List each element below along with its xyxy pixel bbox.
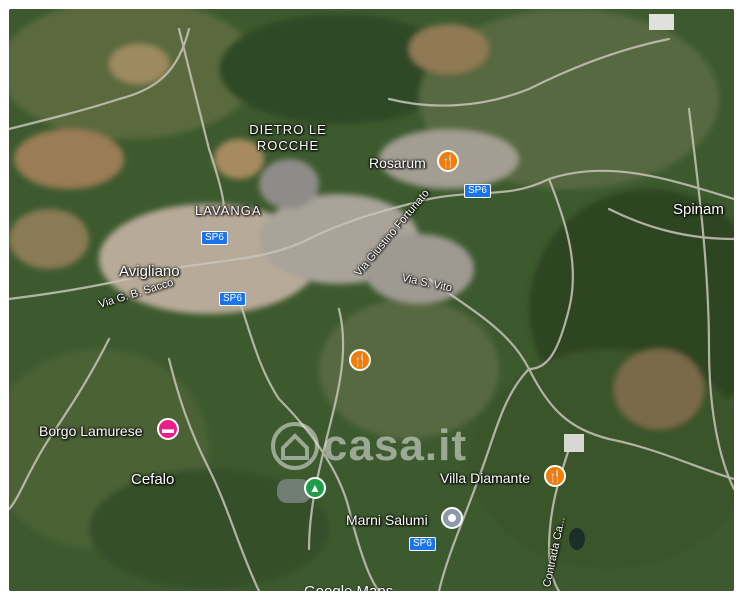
place-label-dietro-le-rocche: DIETRO LE ROCCHE [249,122,327,153]
road-shield-sp6: SP6 [219,292,246,306]
poi-label-borgo-lamurese[interactable]: Borgo Lamurese [39,423,143,439]
poi-label-rosarum[interactable]: Rosarum [369,155,426,171]
house-logo-icon [271,422,319,470]
place-label-cefalo: Cefalo [131,471,175,488]
building [564,434,584,452]
poi-label-marni-salumi[interactable]: Marni Salumi [346,512,428,528]
dot-icon[interactable] [441,507,463,529]
tree-icon[interactable]: ▲ [304,477,326,499]
road-shield-sp6: SP6 [464,184,491,198]
satellite-map[interactable]: DIETRO LE ROCCHE LAVANGA Avigliano Cefal… [9,9,734,591]
poi-label-villa-diamante[interactable]: Villa Diamante [440,470,530,486]
map-attribution: Google Maps [304,583,393,591]
watermark-text: casa.it [323,421,467,470]
casa-watermark: casa.it [271,421,467,471]
fork-knife-icon[interactable]: 🍴 [437,150,459,172]
place-label-lavanga: LAVANGA [195,203,262,218]
building [649,14,674,30]
pond [569,528,585,550]
place-label-spinama: Spinam [673,201,724,218]
road-shield-sp6: SP6 [409,537,436,551]
fork-knife-icon[interactable]: 🍴 [544,465,566,487]
fork-knife-icon[interactable]: 🍴 [349,349,371,371]
road-shield-sp6: SP6 [201,231,228,245]
bed-icon[interactable]: ▬ [157,418,179,440]
